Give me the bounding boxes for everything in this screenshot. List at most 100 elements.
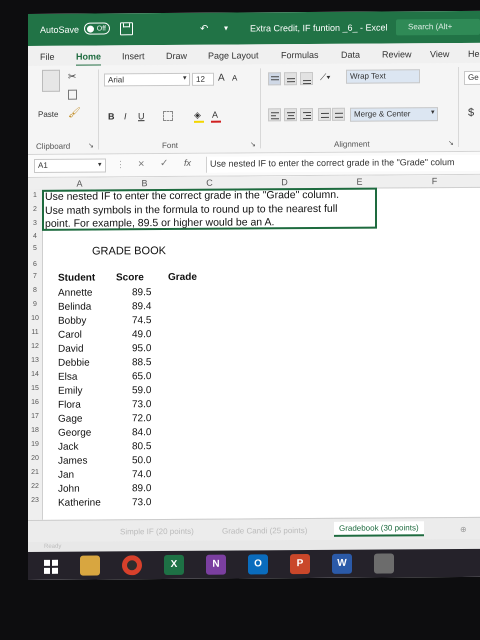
column-header-e[interactable]: E xyxy=(322,176,397,187)
tab-file[interactable]: File xyxy=(40,52,55,62)
row-header[interactable]: 5 xyxy=(28,245,42,252)
tab-review[interactable]: Review xyxy=(382,49,412,59)
student-score[interactable]: 73.0 xyxy=(132,497,151,508)
excel-icon[interactable]: X xyxy=(164,554,184,576)
cut-icon[interactable]: ✂ xyxy=(68,72,76,83)
number-format-select[interactable]: Ge xyxy=(464,70,480,85)
enter-icon[interactable]: ✓ xyxy=(160,158,168,169)
student-name[interactable]: Belinda xyxy=(58,302,91,313)
student-score[interactable]: 89.5 xyxy=(132,287,151,298)
row-header[interactable]: 12 xyxy=(28,343,42,350)
increase-indent-icon[interactable] xyxy=(332,107,345,121)
column-header-a[interactable]: A xyxy=(42,178,117,189)
student-name[interactable]: Bobby xyxy=(58,316,86,327)
alignment-launcher-icon[interactable]: ↘ xyxy=(448,139,454,147)
file-explorer-icon[interactable] xyxy=(80,555,100,576)
font-size-select[interactable]: 12 xyxy=(192,72,214,86)
student-name[interactable]: David xyxy=(58,344,84,355)
sheet-tab-gradebook[interactable]: Gradebook (30 points) xyxy=(334,521,424,537)
currency-button[interactable]: $ xyxy=(468,107,474,119)
student-name[interactable]: Emily xyxy=(58,386,82,397)
student-name[interactable]: Jan xyxy=(58,470,74,481)
student-score[interactable]: 73.0 xyxy=(132,399,151,410)
bold-button[interactable]: B xyxy=(108,111,115,121)
student-name[interactable]: James xyxy=(58,456,87,467)
font-name-chevron-icon[interactable]: ▾ xyxy=(183,74,187,82)
align-bottom-icon[interactable] xyxy=(300,72,313,86)
row-header[interactable]: 14 xyxy=(28,371,42,378)
row-header[interactable]: 23 xyxy=(28,497,42,504)
row-header[interactable]: 16 xyxy=(28,399,42,406)
student-score[interactable]: 72.0 xyxy=(132,413,151,424)
tab-help[interactable]: He xyxy=(468,49,480,59)
row-header[interactable]: 7 xyxy=(28,273,42,280)
student-score[interactable]: 89.4 xyxy=(132,301,151,312)
row-header[interactable]: 3 xyxy=(28,220,42,227)
row-header[interactable]: 13 xyxy=(28,357,42,364)
student-score[interactable]: 89.0 xyxy=(132,483,151,494)
row-header[interactable]: 19 xyxy=(28,441,42,448)
wrap-text-button[interactable]: Wrap Text xyxy=(346,69,420,84)
spreadsheet-grid[interactable]: A B C D E F 1 2 3 4 5 6 7 8 9 10 11 12 1… xyxy=(28,174,480,520)
name-box-chevron-icon[interactable]: ▾ xyxy=(98,160,102,168)
align-top-icon[interactable] xyxy=(268,72,281,86)
row-header[interactable]: 2 xyxy=(28,206,42,213)
student-name[interactable]: Jack xyxy=(58,442,79,453)
student-name[interactable]: Debbie xyxy=(58,358,90,369)
merge-chevron-icon[interactable]: ▾ xyxy=(431,108,435,116)
undo-icon[interactable]: ↶ xyxy=(200,24,208,35)
font-name-select[interactable]: Arial xyxy=(104,72,190,87)
row-header[interactable]: 22 xyxy=(28,483,42,490)
fill-color-icon[interactable]: ◈ xyxy=(194,110,201,121)
student-name[interactable]: Carol xyxy=(58,330,82,341)
add-sheet-icon[interactable]: ⊕ xyxy=(460,525,467,534)
student-name[interactable]: Flora xyxy=(58,400,81,411)
student-name[interactable]: John xyxy=(58,484,80,495)
app-icon[interactable] xyxy=(374,553,394,574)
row-header[interactable]: 4 xyxy=(28,233,42,240)
word-icon[interactable]: W xyxy=(332,553,352,574)
powerpoint-icon[interactable]: P xyxy=(290,554,310,575)
student-score[interactable]: 50.0 xyxy=(132,455,151,466)
student-score[interactable]: 74.5 xyxy=(132,315,151,326)
student-score[interactable]: 80.5 xyxy=(132,441,151,452)
row-header[interactable]: 1 xyxy=(28,192,42,199)
grow-font-button[interactable]: A xyxy=(218,73,225,84)
row-header[interactable]: 21 xyxy=(28,469,42,476)
customize-qat-icon[interactable]: ▾ xyxy=(224,24,228,33)
search-box[interactable]: Search (Alt+ xyxy=(396,18,480,36)
row-header[interactable]: 20 xyxy=(28,455,42,462)
student-score[interactable]: 65.0 xyxy=(132,371,151,382)
column-header-b[interactable]: B xyxy=(117,178,172,188)
row-header[interactable]: 15 xyxy=(28,385,42,392)
student-name[interactable]: Annette xyxy=(58,288,92,299)
column-header-f[interactable]: F xyxy=(397,176,472,187)
font-launcher-icon[interactable]: ↘ xyxy=(250,140,256,148)
tab-view[interactable]: View xyxy=(430,49,449,59)
tab-data[interactable]: Data xyxy=(341,50,360,60)
tab-page-layout[interactable]: Page Layout xyxy=(208,50,259,60)
onenote-icon[interactable]: N xyxy=(206,554,226,575)
sheet-tab-simple-if[interactable]: Simple IF (20 points) xyxy=(120,527,194,537)
shrink-font-button[interactable]: A xyxy=(232,74,237,83)
align-right-icon[interactable] xyxy=(300,108,313,122)
tab-home[interactable]: Home xyxy=(76,51,102,67)
column-header-d[interactable]: D xyxy=(247,177,322,188)
name-box[interactable]: A1 xyxy=(34,158,106,173)
windows-start-icon[interactable] xyxy=(44,559,58,574)
borders-icon[interactable] xyxy=(163,110,173,122)
row-header[interactable]: 8 xyxy=(28,287,42,294)
tab-insert[interactable]: Insert xyxy=(122,51,145,61)
student-name[interactable]: George xyxy=(58,428,91,439)
row-header[interactable]: 10 xyxy=(28,315,42,322)
paste-icon[interactable] xyxy=(42,69,60,92)
sheet-tab-grade-candi[interactable]: Grade Candi (25 points) xyxy=(222,526,307,536)
chrome-icon[interactable] xyxy=(122,555,142,576)
orientation-icon[interactable]: ⟋▾ xyxy=(320,72,331,83)
decrease-indent-icon[interactable] xyxy=(318,107,331,121)
align-center-icon[interactable] xyxy=(284,108,297,122)
format-painter-icon[interactable]: 🖌 xyxy=(68,108,81,119)
student-name[interactable]: Gage xyxy=(58,414,82,425)
row-header[interactable]: 6 xyxy=(28,261,42,268)
row-header[interactable]: 11 xyxy=(28,329,42,336)
